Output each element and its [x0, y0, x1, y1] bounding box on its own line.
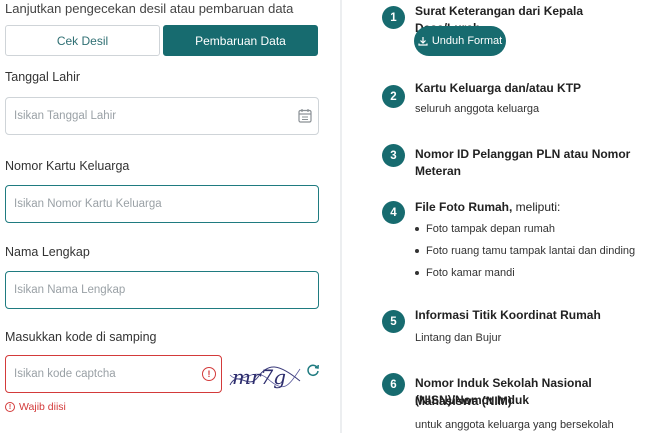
captcha-label: Masukkan kode di samping — [5, 330, 157, 344]
requirements-panel: 1 Surat Keterangan dari Kepala Desa/Lura… — [342, 0, 650, 433]
full-name-field[interactable] — [5, 271, 319, 309]
step-5-number: 5 — [382, 310, 405, 333]
error-icon: ! — [202, 367, 216, 381]
step-4-number: 4 — [382, 201, 405, 224]
captcha-error: ! Wajib diisi — [5, 401, 66, 413]
full-name-label: Nama Lengkap — [5, 245, 90, 259]
step-5-sub: Lintang dan Bujur — [415, 332, 502, 344]
step-4-title: File Foto Rumah, meliputi: — [415, 199, 560, 216]
step-3-title: Nomor ID Pelanggan PLN atau Nomor Metera… — [415, 147, 631, 178]
step-2-number: 2 — [382, 85, 405, 108]
form-panel: Lanjutkan pengecekan desil atau pembarua… — [0, 0, 340, 433]
kk-number-label: Nomor Kartu Keluarga — [5, 159, 130, 173]
refresh-icon[interactable] — [306, 363, 320, 377]
download-format-label: Unduh Format — [431, 35, 503, 47]
step-1-number: 1 — [382, 6, 405, 29]
step-5-title: Informasi Titik Koordinat Rumah — [415, 308, 601, 322]
step-4-title-strong: File Foto Rumah, — [415, 200, 513, 214]
step-4-title-suffix: meliputi: — [512, 200, 561, 214]
birth-date-field[interactable] — [5, 97, 319, 135]
tab-cek-desil[interactable]: Cek Desil — [5, 25, 160, 56]
calendar-icon[interactable] — [298, 108, 312, 123]
captcha-field[interactable]: ! — [5, 355, 222, 393]
kk-number-input[interactable] — [6, 186, 318, 222]
list-item: Foto tampak depan rumah — [415, 223, 555, 235]
download-icon — [418, 37, 428, 46]
captcha-image: mr7g — [229, 365, 301, 389]
list-item: Foto kamar mandi — [415, 267, 515, 279]
step-6-title-line2: Mahasiswa (NIM) — [415, 394, 512, 408]
step-6-sub: untuk anggota keluarga yang bersekolah — [415, 419, 614, 431]
step-6-number: 6 — [382, 373, 405, 396]
step-2-sub: seluruh anggota keluarga — [415, 103, 540, 115]
step-3-number: 3 — [382, 144, 405, 167]
full-name-input[interactable] — [6, 272, 318, 308]
birth-date-label: Tanggal Lahir — [5, 70, 81, 84]
download-format-button[interactable]: Unduh Format — [414, 26, 506, 56]
tab-pembaruan-data[interactable]: Pembaruan Data — [163, 25, 318, 56]
captcha-text: mr7g — [232, 365, 286, 389]
step-2-title: Kartu Keluarga dan/atau KTP — [415, 81, 582, 95]
birth-date-input[interactable] — [6, 98, 318, 134]
error-small-icon: ! — [5, 402, 15, 412]
list-item: Foto ruang tamu tampak lantai dan dindin… — [415, 245, 635, 257]
captcha-input[interactable] — [6, 356, 221, 392]
captcha-error-text: Wajib diisi — [19, 401, 66, 413]
form-caption: Lanjutkan pengecekan desil atau pembarua… — [5, 1, 294, 16]
kk-number-field[interactable] — [5, 185, 319, 223]
